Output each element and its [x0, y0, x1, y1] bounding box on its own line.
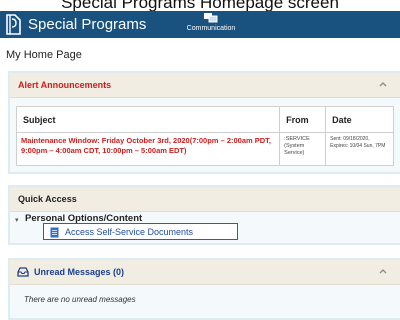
quick-access-title: Quick Access — [18, 194, 77, 204]
subject-column-header: Subject — [15, 106, 281, 133]
from-column-header: From — [279, 106, 327, 133]
document-icon — [50, 227, 59, 238]
alert-from: :SERVICE (System Service) — [279, 132, 327, 166]
alert-date: Sent: 09/18/2020, Expires: 10/04 Sun, 7P… — [325, 132, 394, 166]
inbox-icon — [17, 267, 29, 277]
chevron-up-icon[interactable] — [378, 79, 388, 89]
quick-access-header[interactable]: Quick Access — [10, 187, 400, 212]
unread-messages-panel: Unread Messages (0) There are no unread … — [8, 258, 400, 320]
alert-panel-header[interactable]: Alert Announcements — [10, 73, 400, 98]
app-title[interactable]: Special Programs — [28, 16, 146, 33]
alert-announcements-panel: Alert Announcements Subject From Date Ma… — [8, 71, 400, 174]
top-nav-bar: Special Programs Communication — [0, 11, 400, 38]
communication-nav-button[interactable]: Communication — [185, 12, 237, 33]
table-row[interactable]: Maintenance Window: Friday October 3rd, … — [15, 132, 394, 166]
chat-bubbles-icon — [204, 13, 218, 23]
screen-caption: Special Programs Homepage screen — [61, 0, 339, 12]
messages-panel-title: Unread Messages (0) — [34, 267, 125, 277]
alerts-table: Subject From Date Maintenance Window: Fr… — [15, 106, 394, 166]
chevron-up-icon[interactable] — [378, 266, 388, 276]
alert-panel-title: Alert Announcements — [18, 80, 112, 90]
collapse-triangle-icon[interactable]: ▾ — [15, 216, 19, 224]
document-logo-icon[interactable] — [5, 14, 22, 35]
page-title: My Home Page — [6, 49, 82, 61]
communication-label: Communication — [186, 25, 236, 32]
quick-access-panel: Quick Access ▾ Personal Options/Content … — [8, 185, 400, 245]
alerts-header-row: Subject From Date — [15, 106, 394, 133]
messages-panel-header[interactable]: Unread Messages (0) — [10, 260, 400, 285]
alert-subject[interactable]: Maintenance Window: Friday October 3rd, … — [15, 132, 281, 166]
date-column-header: Date — [325, 106, 394, 133]
no-messages-text: There are no unread messages — [24, 295, 136, 304]
self-service-documents-link[interactable]: Access Self-Service Documents — [43, 223, 238, 240]
self-service-documents-label: Access Self-Service Documents — [65, 227, 194, 237]
